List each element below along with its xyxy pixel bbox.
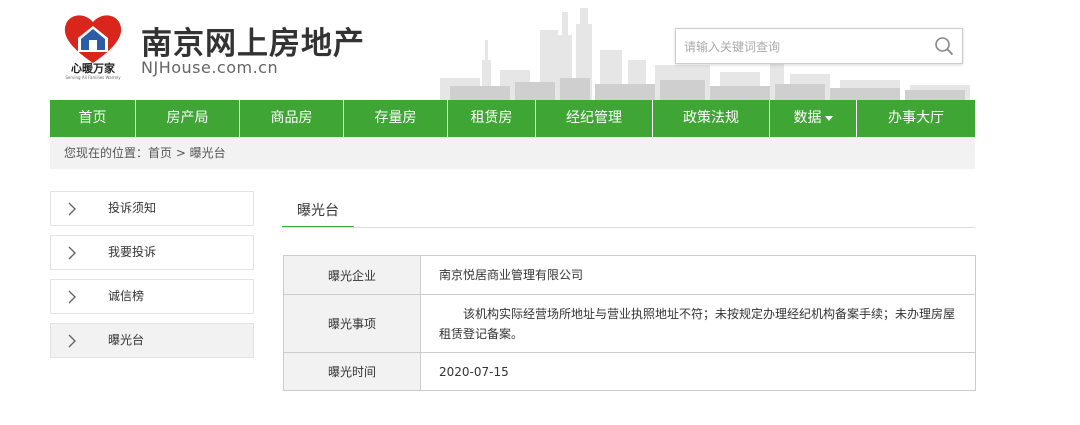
chevron-right-icon [68,290,76,304]
row-value: 该机构实际经营场所地址与营业执照地址不符；未按规定办理经纪机构备案手续；未办理房… [420,294,976,353]
sidebar-item-label: 投诉须知 [108,201,157,215]
sidebar-item-integrity-list[interactable]: 诚信榜 [50,279,254,314]
nav-item-rental-homes[interactable]: 租赁房 [448,100,536,137]
nav-item-service-hall[interactable]: 办事大厅 [857,100,975,137]
search-icon[interactable] [934,36,954,56]
table-row: 曝光企业 南京悦居商业管理有限公司 [283,255,976,295]
row-key: 曝光企业 [283,255,421,295]
nav-item-new-homes[interactable]: 商品房 [240,100,344,137]
search-box [675,28,963,64]
content-divider [282,227,975,228]
content-tab-title[interactable]: 曝光台 [282,200,354,228]
row-value: 南京悦居商业管理有限公司 [420,255,976,295]
nav-item-policies[interactable]: 政策法规 [653,100,770,137]
logo-english-slogan: Serving All Families Warmly [65,75,121,80]
logo-slogan: 心暖万家 [71,62,115,75]
nav-item-resale-homes[interactable]: 存量房 [344,100,448,137]
table-row: 曝光事项 该机构实际经营场所地址与营业执照地址不符；未按规定办理经纪机构备案手续… [283,294,976,353]
site-domain: NJHouse.com.cn [141,58,279,77]
site-title: 南京网上房地产 [141,26,365,62]
sidebar: 投诉须知 我要投诉 诚信榜 曝光台 [50,191,254,367]
nav-item-home[interactable]: 首页 [50,100,136,137]
dropdown-caret-icon [824,115,833,121]
main-nav: 首页 房产局 商品房 存量房 租赁房 经纪管理 政策法规 数据 办事大厅 [50,100,975,137]
row-key: 曝光事项 [283,294,421,353]
site-header: 心暖万家 Serving All Families Warmly 南京网上房地产… [0,0,1080,100]
nav-item-broker-management[interactable]: 经纪管理 [536,100,653,137]
sidebar-item-label: 曝光台 [108,333,145,347]
sidebar-item-complaint-notice[interactable]: 投诉须知 [50,191,254,226]
row-value: 2020-07-15 [420,352,976,391]
chevron-right-icon [68,334,76,348]
nav-item-housing-bureau[interactable]: 房产局 [136,100,240,137]
table-row: 曝光时间 2020-07-15 [283,352,976,391]
chevron-right-icon [68,202,76,216]
exposure-detail-table: 曝光企业 南京悦居商业管理有限公司 曝光事项 该机构实际经营场所地址与营业执照地… [283,255,976,391]
sidebar-item-file-complaint[interactable]: 我要投诉 [50,235,254,270]
sidebar-item-exposure[interactable]: 曝光台 [50,323,254,358]
sidebar-item-label: 诚信榜 [108,289,145,303]
breadcrumb: 您现在的位置：首页 > 曝光台 [50,137,975,169]
sidebar-item-label: 我要投诉 [108,245,157,259]
chevron-right-icon [68,246,76,260]
row-key: 曝光时间 [283,352,421,391]
search-input[interactable] [684,38,924,56]
nav-item-data[interactable]: 数据 [770,100,857,137]
